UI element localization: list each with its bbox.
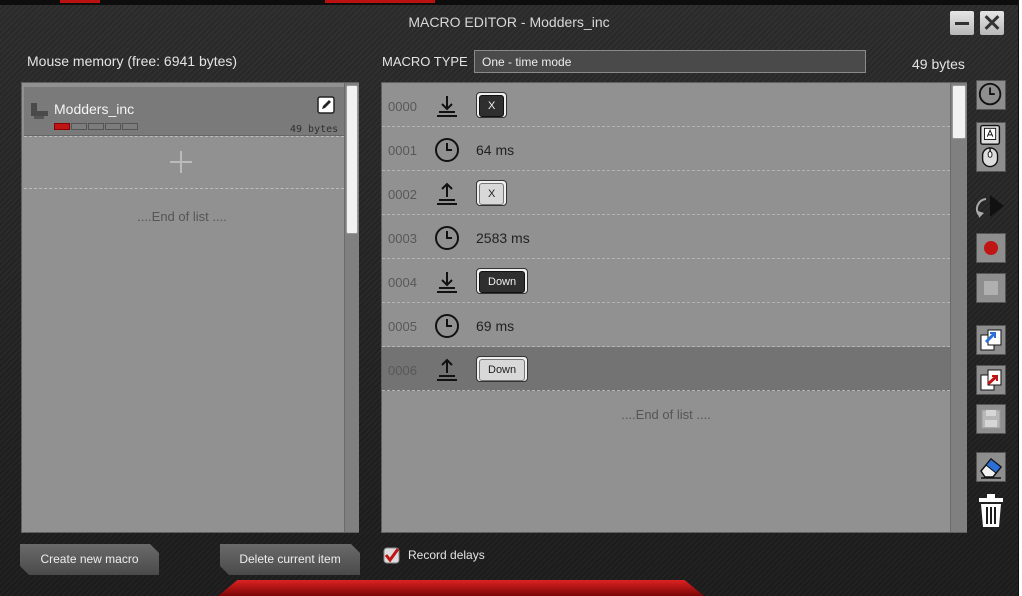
key-label: X [479,95,505,117]
checkbox-checked-icon[interactable] [383,547,400,564]
usage-segment [122,123,138,130]
steps-scrollbar[interactable] [950,83,967,532]
delete-current-item-button[interactable]: Delete current item [220,544,360,575]
title-bar: MACRO EDITOR - Modders_inc [0,5,1018,40]
macro-steps-panel: 0000 X 0001 64 ms 0002 X 0003 2583 ms 00… [381,82,967,533]
macro-editor-window: MACRO EDITOR - Modders_inc Mouse memory … [0,0,1019,596]
end-of-list-label: ....End of list .... [137,209,227,224]
step-index: 0003 [388,231,417,246]
copy-icon [980,329,1002,351]
cursor-move-button[interactable] [976,191,1006,221]
stop-icon [984,281,998,295]
add-macro-area[interactable] [24,136,344,189]
eraser-button[interactable] [976,452,1006,482]
key-chip: X [476,180,508,206]
key-label: Down [479,271,526,293]
top-accent [325,0,435,3]
close-button[interactable] [980,11,1004,35]
create-new-macro-button[interactable]: Create new macro [20,544,159,575]
key-chip: Down [476,268,529,294]
macro-list-item[interactable]: Modders_inc 49 bytes [24,87,344,136]
key-release-icon [437,182,457,205]
step-row[interactable]: 0004 Down [382,259,950,303]
usage-segment [54,123,70,130]
add-delay-button[interactable] [976,80,1006,110]
macro-size-label: 49 bytes [912,56,965,72]
minimize-button[interactable] [950,11,974,35]
edit-icon[interactable] [317,96,335,114]
key-chip: X [476,92,508,118]
mouse-memory-label: Mouse memory (free: 6941 bytes) [27,53,238,69]
step-index: 0002 [388,187,417,202]
step-index: 0004 [388,275,417,290]
macro-name: Modders_inc [54,101,135,117]
stop-button[interactable] [976,273,1006,303]
step-row[interactable]: 0001 64 ms [382,127,950,171]
step-index: 0000 [388,99,417,114]
record-button[interactable] [976,233,1006,263]
delete-macro-button[interactable] [976,493,1006,527]
delay-value: 64 ms [476,142,515,158]
end-of-list-label: ....End of list .... [621,407,711,422]
key-label: X [479,183,505,205]
key-chip: Down [476,356,529,382]
paste-button[interactable] [976,365,1006,395]
key-press-icon [437,96,457,117]
step-index: 0001 [388,143,417,158]
cursor-move-icon [976,195,1004,218]
macro-type-select[interactable]: One - time mode [474,50,866,73]
step-row[interactable]: 0000 X [382,83,950,127]
insert-key-mouse-icon [980,124,1001,168]
macro-list-panel: Modders_inc 49 bytes ....End of list ...… [21,82,359,533]
memory-usage-bar [54,123,138,130]
scrollbar-thumb[interactable] [346,85,358,234]
step-row-selected[interactable]: 0006 Down [382,347,950,391]
delay-value: 2583 ms [476,230,530,246]
clock-icon [435,314,459,338]
trash-icon [979,494,1003,527]
record-icon [984,241,998,255]
step-row[interactable]: 0003 2583 ms [382,215,950,259]
macro-list-scrollbar[interactable] [344,83,359,532]
top-accent-left [60,0,100,3]
macro-type-label: MACRO TYPE [382,54,468,69]
key-release-icon [437,358,457,381]
add-delay-icon [978,82,1002,106]
eraser-icon [980,457,1003,479]
copy-button[interactable] [976,325,1006,355]
usage-segment [71,123,87,130]
paste-icon [980,369,1002,391]
macro-bytes: 49 bytes [290,124,339,135]
insert-key-mouse-button[interactable] [976,122,1006,172]
usage-segment [88,123,104,130]
step-row[interactable]: 0002 X [382,171,950,215]
save-button[interactable] [976,404,1006,434]
bottom-accent [218,580,704,596]
macro-icon [31,103,48,119]
key-label: Down [479,359,526,381]
key-press-icon [437,272,457,293]
clock-icon [435,138,459,162]
delay-value: 69 ms [476,318,515,334]
clock-icon [435,226,459,250]
window-title: MACRO EDITOR - Modders_inc [408,14,610,30]
scrollbar-thumb[interactable] [952,85,966,139]
step-index: 0005 [388,319,417,334]
save-icon [981,409,1001,429]
usage-segment [105,123,121,130]
step-index: 0006 [388,363,417,378]
step-row[interactable]: 0005 69 ms [382,303,950,347]
record-delays-label: Record delays [408,548,485,562]
plus-icon [170,151,192,173]
record-delays-option[interactable]: Record delays [383,546,603,566]
